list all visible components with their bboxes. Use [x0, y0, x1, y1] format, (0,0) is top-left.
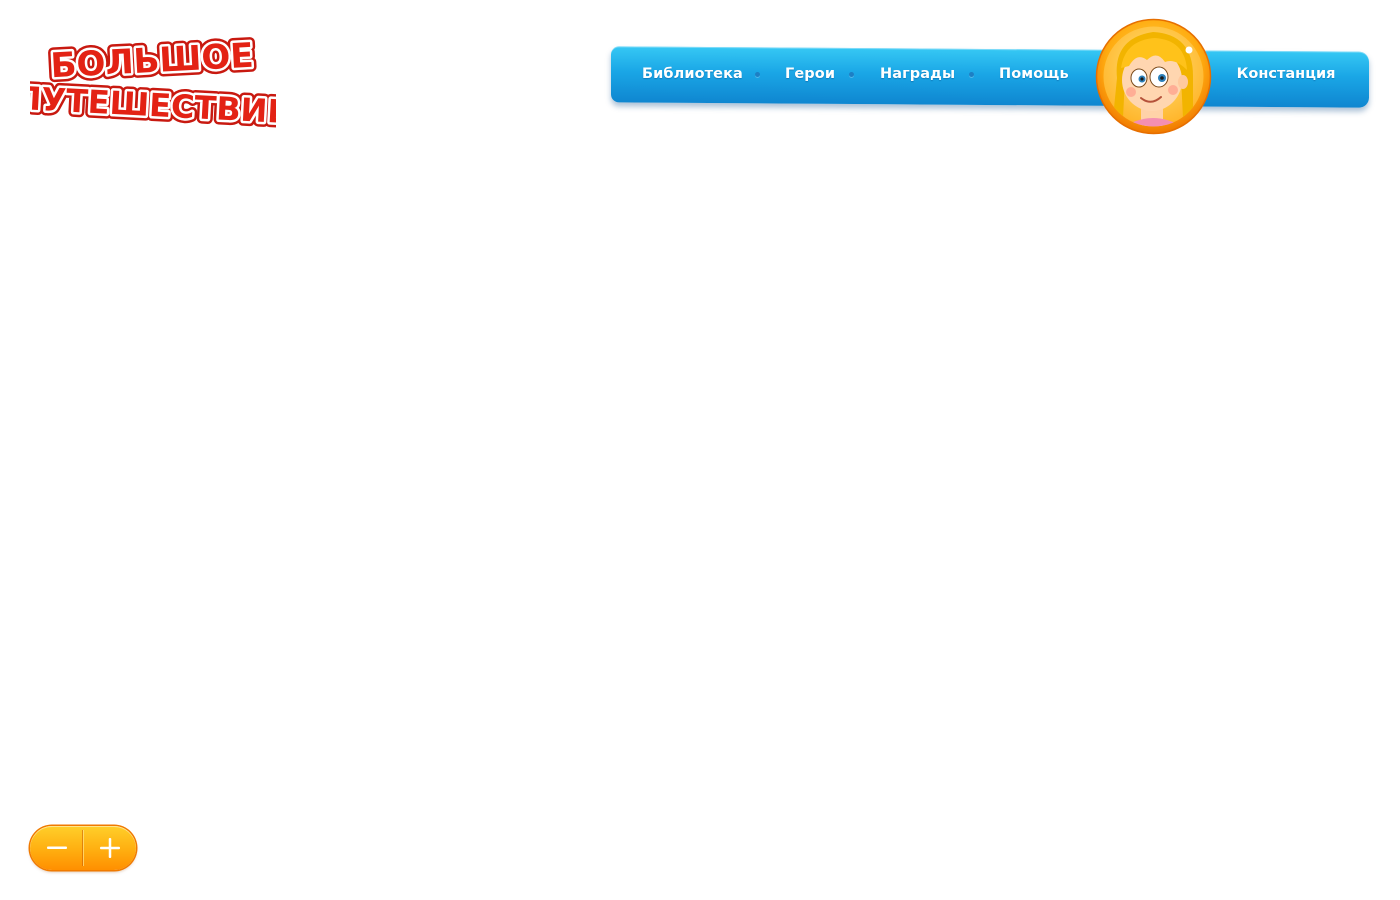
logo-line-1: БОЛЬШОЕ — [50, 36, 255, 87]
logo-graphic: БОЛЬШОЕ БОЛЬШОЕ БОЛЬШОЕ ПУТЕШЕСТВИЕ ПУТЕ… — [30, 31, 276, 128]
nav-item-library[interactable]: Библиотека — [642, 66, 743, 82]
plus-icon — [99, 838, 120, 858]
girl-character-avatar-icon — [1095, 18, 1212, 135]
page: БОЛЬШОЕ БОЛЬШОЕ БОЛЬШОЕ ПУТЕШЕСТВИЕ ПУТЕ… — [0, 0, 1400, 900]
username-link[interactable]: Констанция — [1226, 66, 1346, 82]
nav-separator-dot — [755, 72, 760, 77]
logo-line-2: ПУТЕШЕСТВИЕ — [30, 79, 276, 128]
nav-item-heroes[interactable]: Герои — [785, 66, 835, 82]
zoom-control — [30, 826, 136, 870]
nav-separator-dot — [849, 72, 854, 77]
logo[interactable]: БОЛЬШОЕ БОЛЬШОЕ БОЛЬШОЕ ПУТЕШЕСТВИЕ ПУТЕ… — [30, 28, 276, 128]
nav-separator-dot — [969, 72, 974, 77]
minus-icon — [46, 846, 67, 849]
zoom-in-button[interactable] — [83, 826, 136, 870]
nav-item-help[interactable]: Помощь — [999, 66, 1069, 82]
user-avatar[interactable] — [1095, 18, 1212, 135]
zoom-out-button[interactable] — [30, 826, 83, 870]
nav-item-awards[interactable]: Награды — [880, 66, 955, 82]
